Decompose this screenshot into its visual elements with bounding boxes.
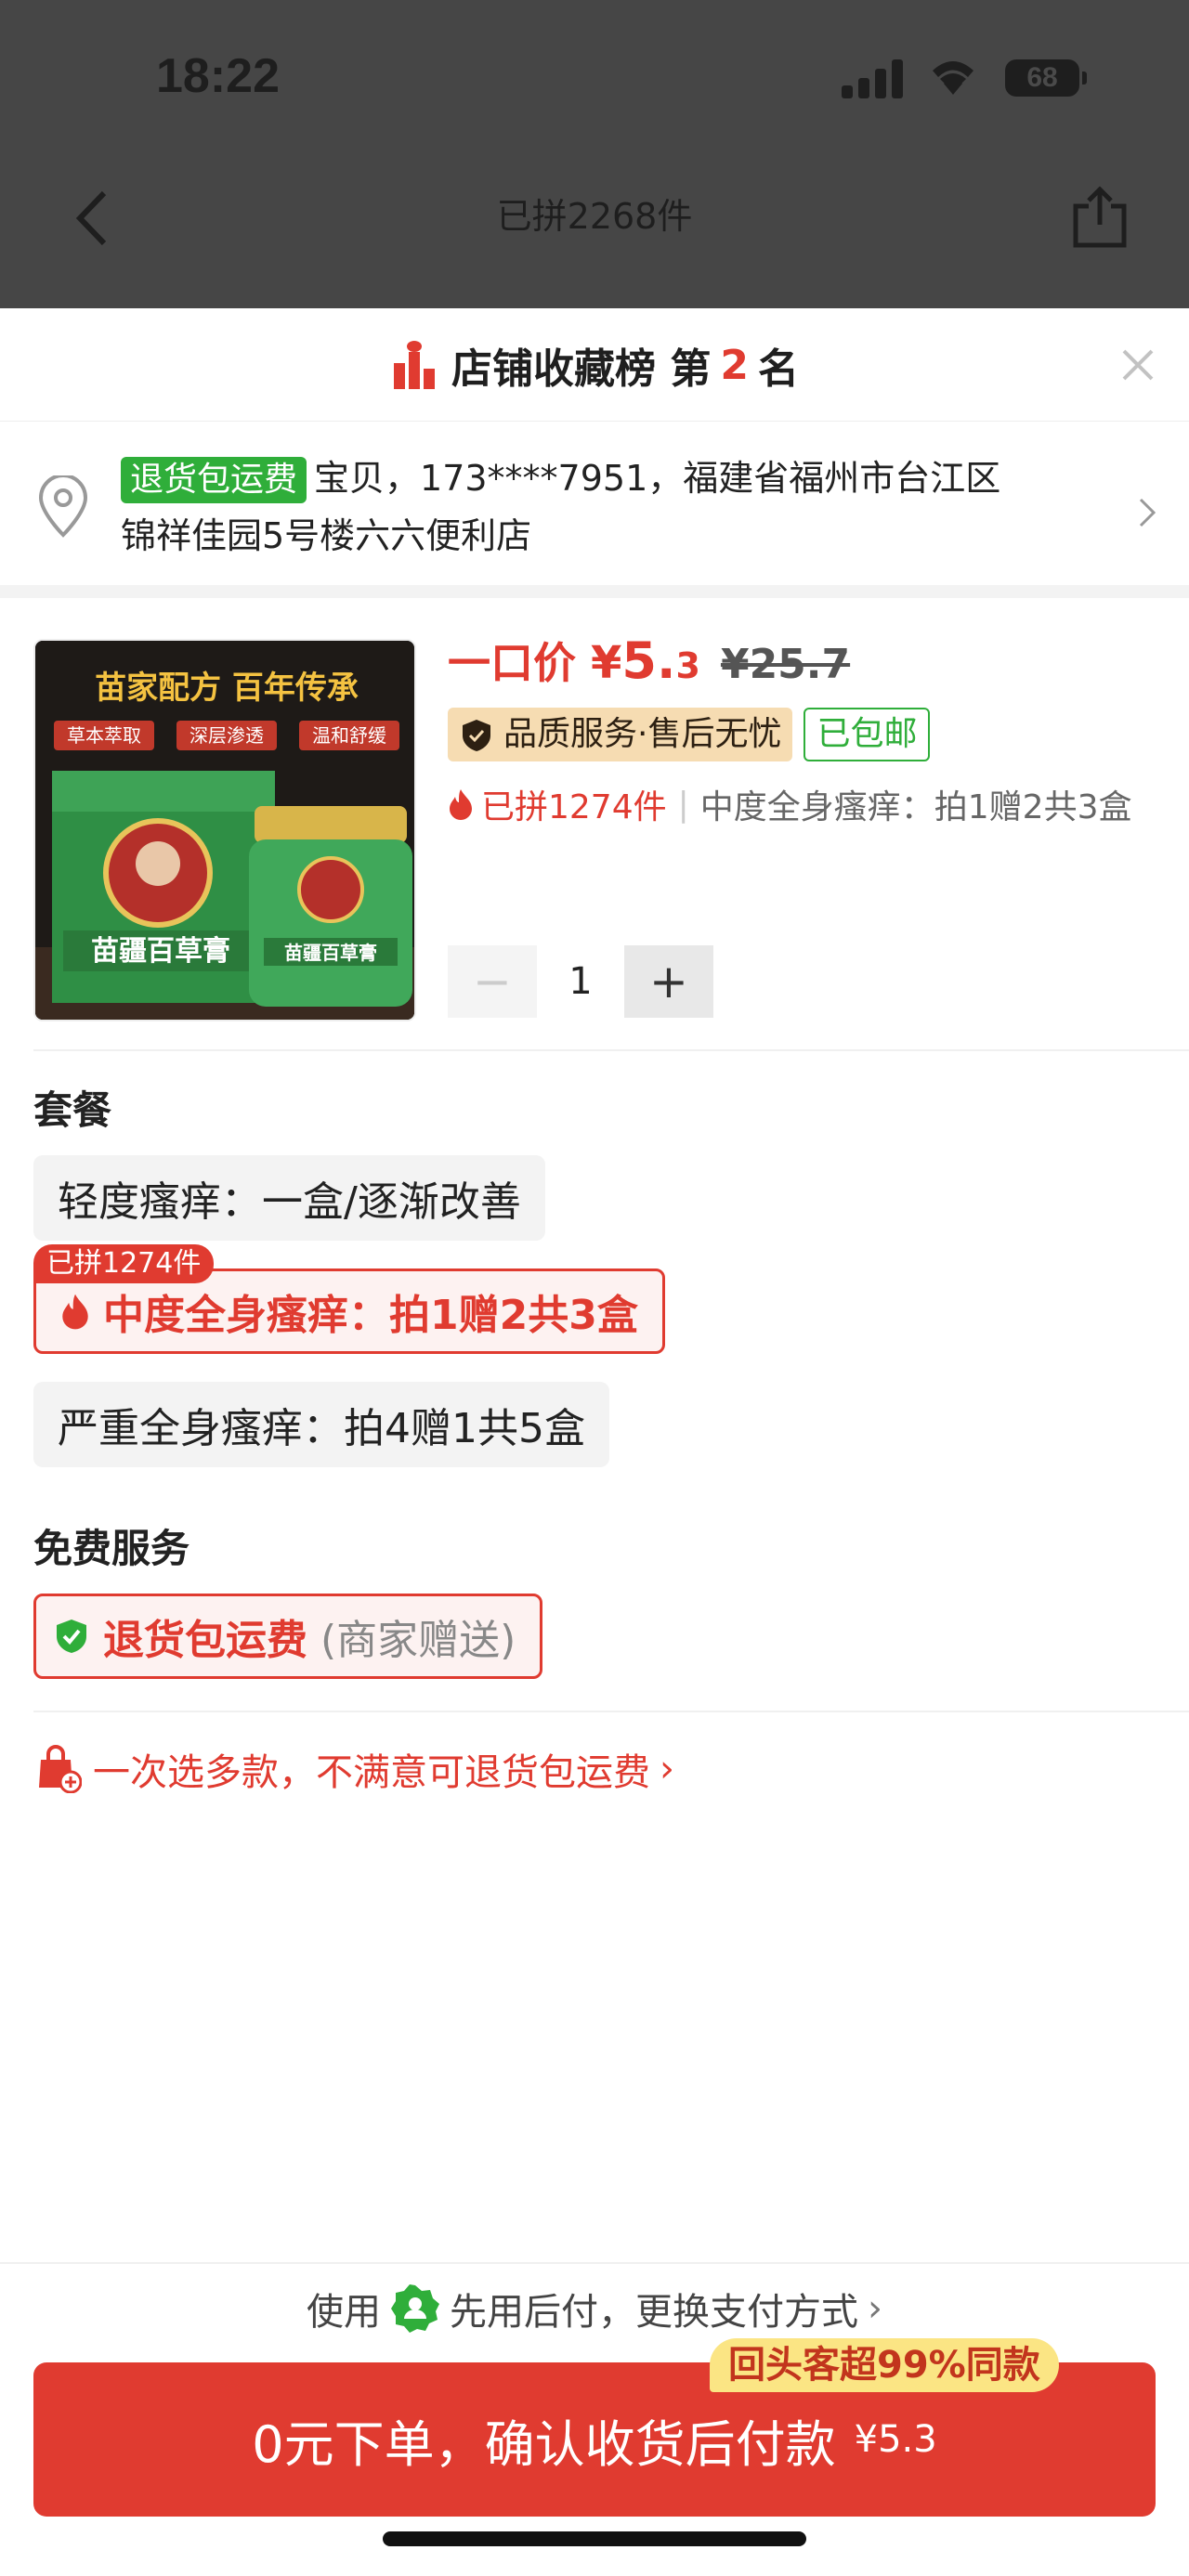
price-decimal: 3 — [675, 645, 700, 686]
sold-line: 已拼1274件 | 中度全身瘙痒：拍1赠2共3盒 — [448, 780, 1163, 828]
product-image[interactable]: 苗家配方 百年传承 草本萃取 深层渗透 温和舒缓 苗疆百草膏 苗疆百草膏 — [33, 639, 416, 1021]
image-box-name: 苗疆百草膏 — [91, 935, 230, 968]
chevron-right-icon: › — [868, 2287, 882, 2330]
package-option-3[interactable]: 严重全身瘙痒：拍4赠1共5盒 — [33, 1382, 609, 1467]
image-tag-3: 温和舒缓 — [312, 724, 386, 747]
package-option-2-label: 中度全身瘙痒：拍1赠2共3盒 — [103, 1292, 638, 1339]
status-time: 18:22 — [156, 49, 280, 103]
payment-method-row[interactable]: 使用 先用后付，更换支付方式 › — [0, 2262, 1189, 2335]
payment-text: 先用后付，更换支付方式 — [450, 2291, 858, 2334]
price-line: 一口价 ¥ 5. 3 ¥25.7 — [448, 630, 850, 691]
background-page: 18:22 68 已拼2268件 — [0, 0, 1189, 316]
service-main: 退货包运费 — [103, 1617, 307, 1664]
wifi-icon — [933, 61, 973, 95]
nav-bar: 已拼2268件 — [0, 167, 1189, 269]
address-line1: 宝贝，173****7951，福建省福州市台江区 — [314, 458, 1001, 499]
status-bar: 18:22 68 — [0, 0, 1189, 158]
service-title: 免费服务 — [33, 1526, 190, 1571]
quantity-stepper: − 1 + — [448, 945, 713, 1018]
close-icon[interactable] — [1115, 342, 1161, 388]
address-text: 退货包运费 宝贝，173****7951，福建省福州市台江区 锦祥佳园5号楼六六便… — [121, 449, 1105, 565]
quality-badge-text: 品质服务·售后无忧 — [503, 715, 782, 753]
free-shipping-badge: 已包邮 — [804, 708, 931, 761]
rank-icon — [390, 341, 438, 389]
product-photo: 苗家配方 百年传承 草本萃取 深层渗透 温和舒缓 苗疆百草膏 苗疆百草膏 — [35, 641, 414, 1020]
rank-bar[interactable]: 店铺收藏榜 第 2 名 — [0, 308, 1189, 422]
return-shipping-service[interactable]: 退货包运费 (商家赠送) — [33, 1594, 543, 1679]
rank-number: 2 — [720, 341, 749, 389]
promo-link[interactable]: 一次选多款，不满意可退货包运费 › — [33, 1737, 674, 1802]
fire-icon — [62, 1294, 88, 1330]
repeat-buyer-badge: 回头客超99%同款 — [710, 2338, 1059, 2392]
price-symbol: ¥ — [591, 637, 622, 689]
sku-sheet: 店铺收藏榜 第 2 名 退货包运费 宝贝，173****7951，福建省福州市台江… — [0, 308, 1189, 2576]
address-line2: 锦祥佳园5号楼六六便利店 — [121, 515, 532, 556]
promo-text: 一次选多款，不满意可退货包运费 — [93, 1751, 650, 1794]
sold-count-tag: 已拼1274件 — [33, 1244, 215, 1283]
shield-check-icon — [463, 720, 490, 751]
cta-label: 0元下单，确认收货后付款 — [252, 2414, 836, 2474]
share-icon[interactable] — [1066, 184, 1133, 251]
image-jar-name: 苗疆百草膏 — [284, 942, 377, 964]
shield-check-icon — [57, 1620, 86, 1653]
service-badges: 品质服务·售后无忧 已包邮 — [448, 708, 931, 761]
image-tag-1: 草本萃取 — [67, 724, 141, 747]
sold-count: 已拼1274件 — [481, 788, 667, 826]
rank-suffix: 名 — [757, 345, 799, 393]
original-price: ¥25.7 — [720, 641, 851, 688]
cta-price: ¥5.3 — [854, 2418, 937, 2461]
chevron-right-icon — [1139, 498, 1156, 527]
service-sub: (商家赠送) — [320, 1617, 516, 1664]
rank-prefix: 店铺收藏榜 第 — [451, 345, 712, 393]
divider — [33, 1711, 1189, 1712]
payment-prefix: 使用 — [307, 2291, 381, 2334]
image-tag-2: 深层渗透 — [189, 724, 264, 747]
quantity-value[interactable]: 1 — [537, 960, 624, 1003]
increase-button[interactable]: + — [624, 945, 713, 1018]
selected-summary: 中度全身瘙痒：拍1赠2共3盒 — [699, 788, 1132, 826]
nav-title: 已拼2268件 — [496, 196, 693, 237]
pay-later-icon — [391, 2284, 439, 2333]
shopping-bag-plus-icon — [39, 1745, 82, 1793]
image-headline: 苗家配方 百年传承 — [95, 670, 359, 707]
quality-badge: 品质服务·售后无忧 — [448, 708, 793, 761]
separator: | — [677, 785, 689, 824]
signal-icon — [842, 58, 907, 98]
fire-icon — [450, 789, 472, 820]
home-indicator[interactable] — [383, 2531, 806, 2546]
price-integer: 5. — [621, 631, 676, 690]
address-row[interactable]: 退货包运费 宝贝，173****7951，福建省福州市台江区 锦祥佳园5号楼六六便… — [0, 422, 1189, 598]
chevron-right-icon: › — [660, 1748, 674, 1790]
return-shipping-tag: 退货包运费 — [121, 457, 307, 503]
price-label: 一口价 — [448, 638, 576, 688]
location-pin-icon — [38, 475, 88, 538]
package-title: 套餐 — [33, 1087, 112, 1133]
divider — [33, 1049, 1189, 1051]
battery-icon: 68 — [1005, 59, 1087, 97]
package-option-1[interactable]: 轻度瘙痒：一盒/逐渐改善 — [33, 1155, 545, 1241]
decrease-button[interactable]: − — [448, 945, 537, 1018]
